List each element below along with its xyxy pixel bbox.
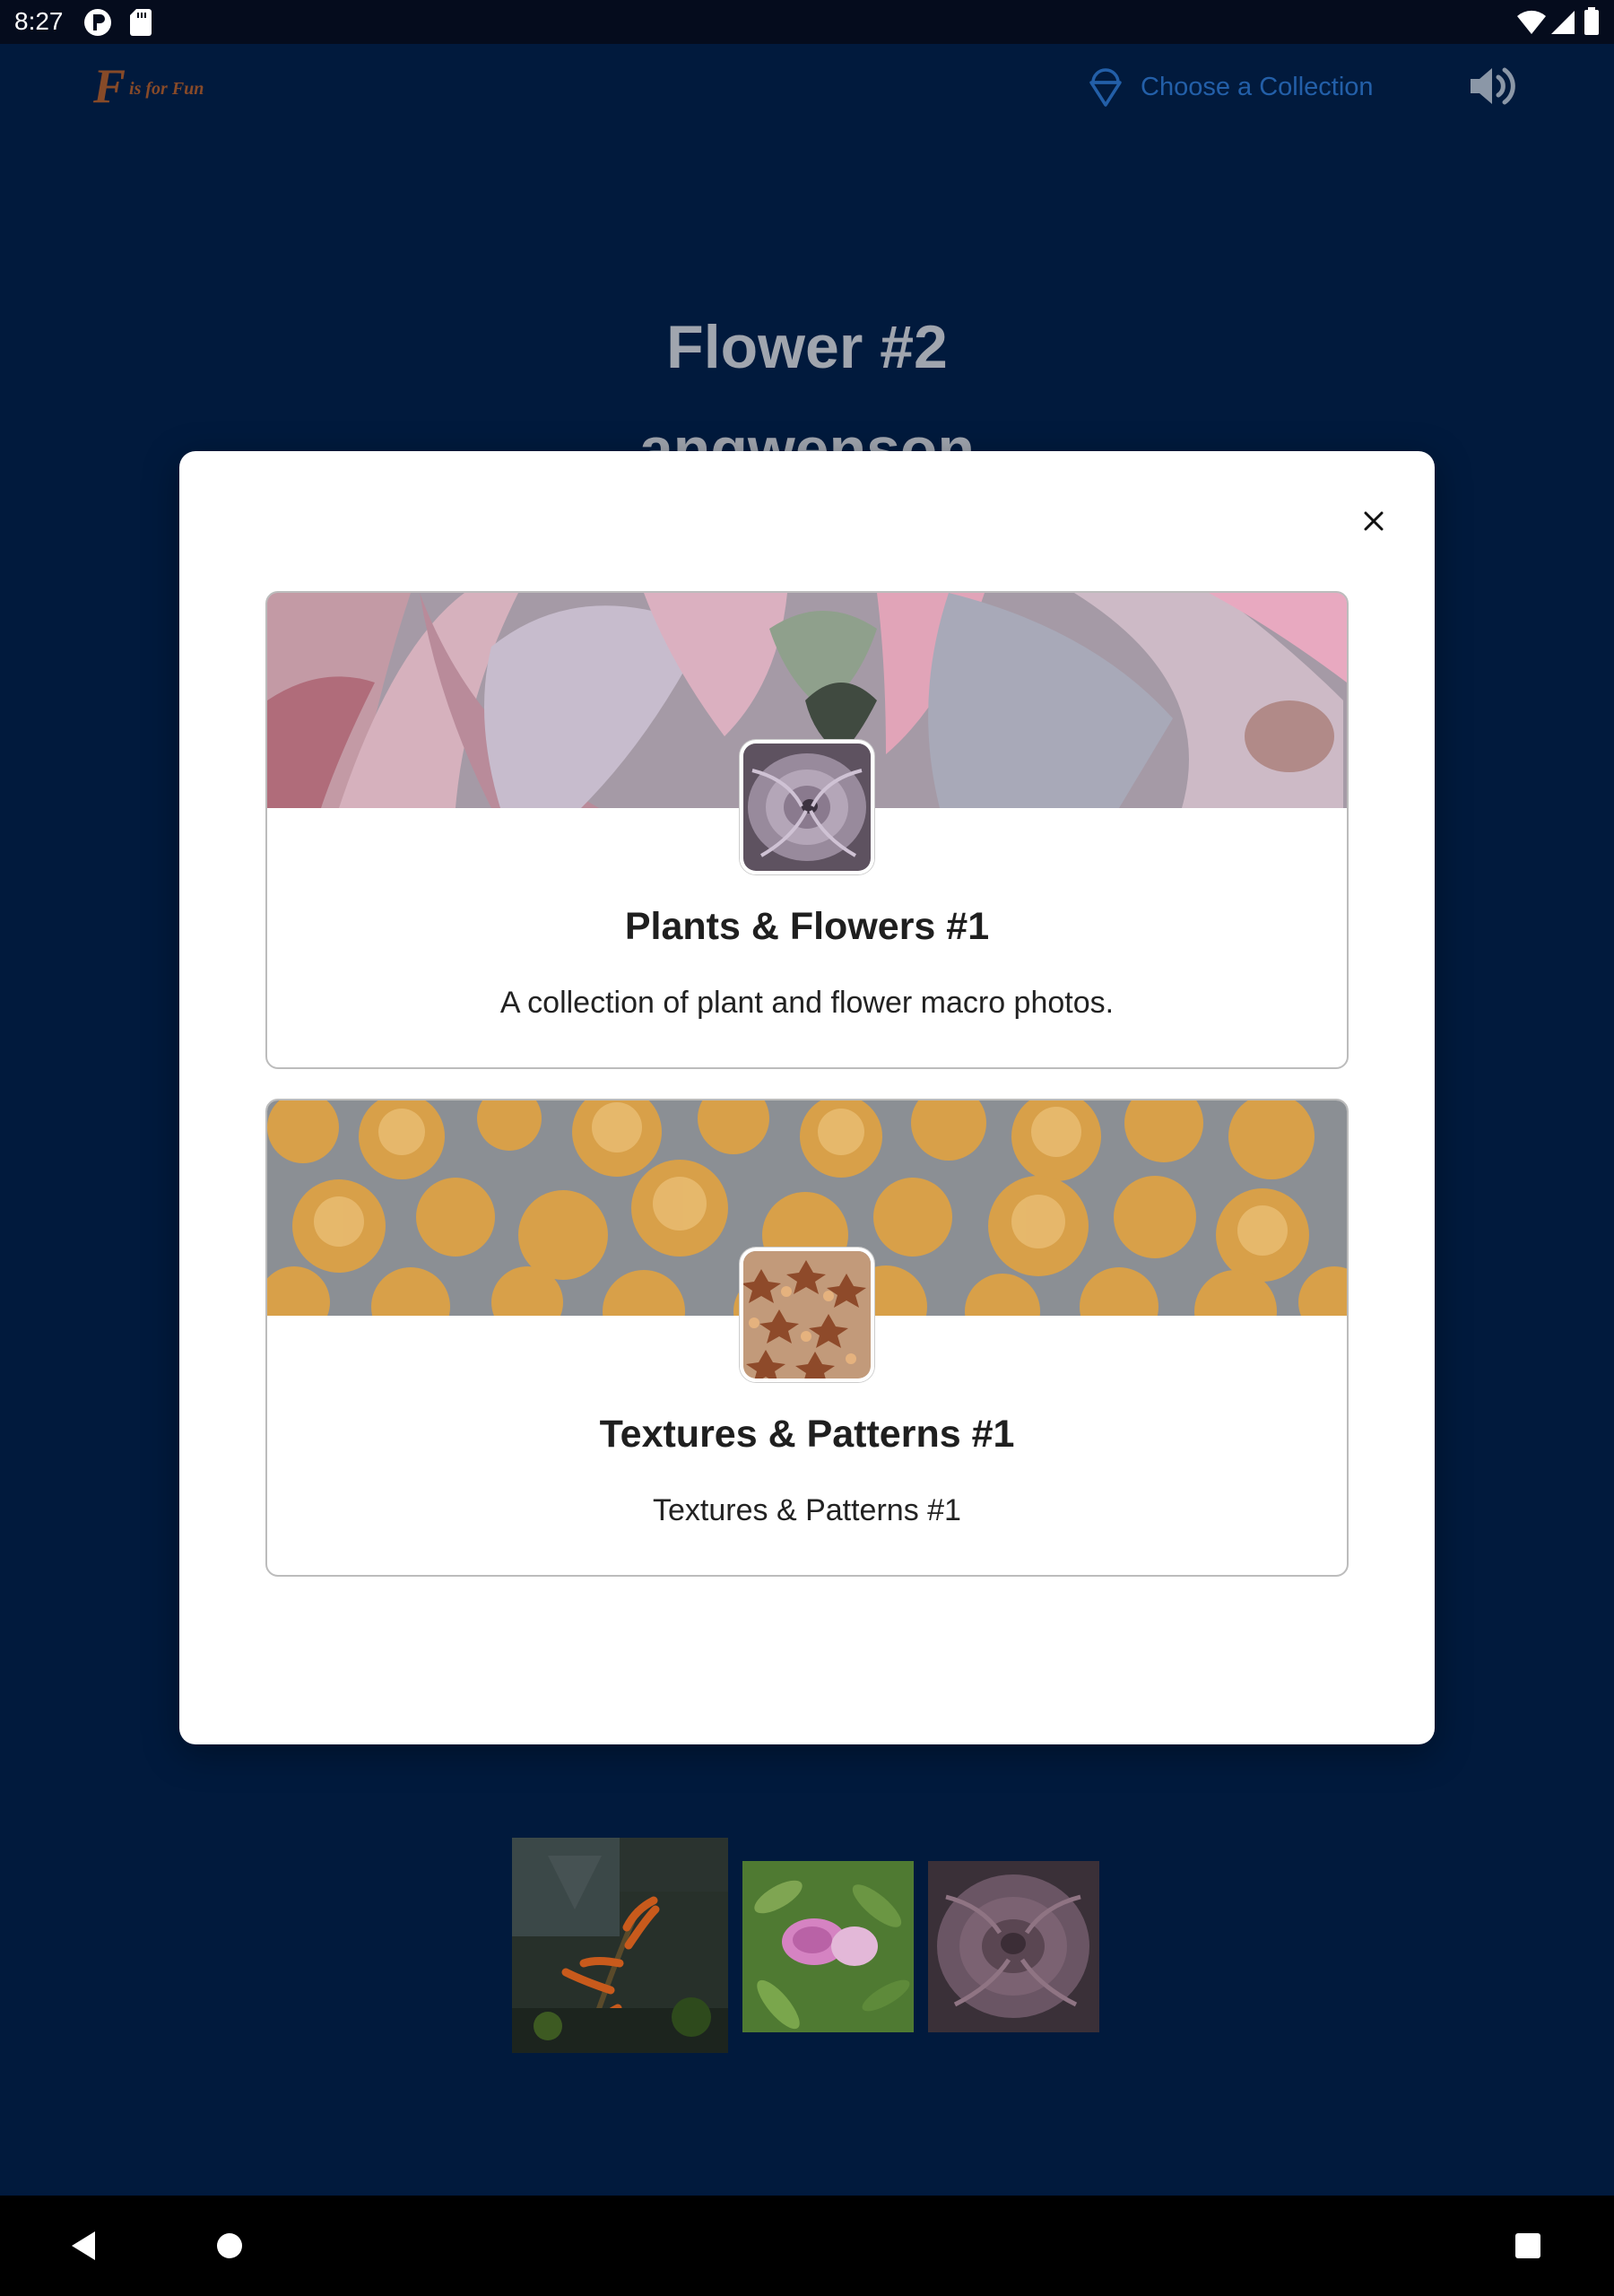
back-icon <box>72 2231 95 2260</box>
collection-avatar-image <box>743 744 871 871</box>
ice-cream-icon <box>1089 68 1122 107</box>
collection-chooser-dialog: Plants & Flowers #1 A collection of plan… <box>179 451 1435 1744</box>
recents-button[interactable] <box>1514 2231 1542 2265</box>
collection-avatar <box>740 1248 874 1382</box>
collection-description: A collection of plant and flower macro p… <box>499 986 1115 1020</box>
status-bar: 8:27 <box>0 0 1614 44</box>
page-title: Flower #2 <box>666 313 948 381</box>
volume-icon <box>1471 67 1515 105</box>
collection-card-textures-patterns[interactable]: Textures & Patterns #1 Textures & Patter… <box>265 1099 1349 1577</box>
collection-title: Textures & Patterns #1 <box>599 1413 1015 1456</box>
choose-collection-label: Choose a Collection <box>1141 72 1374 101</box>
collection-avatar-image <box>743 1251 871 1378</box>
app-logo[interactable]: F is for Fun <box>93 59 273 113</box>
battery-icon <box>1584 7 1599 35</box>
back-button[interactable] <box>66 2228 99 2268</box>
collection-title: Plants & Flowers #1 <box>624 905 990 948</box>
thumbnail-flower-1[interactable] <box>512 1838 728 2053</box>
close-icon <box>1364 511 1384 531</box>
thumbnail-flower-3[interactable] <box>928 1861 1099 2032</box>
sd-card-icon <box>130 9 152 36</box>
home-icon <box>217 2233 242 2258</box>
thumbnail-image <box>742 1861 914 2032</box>
thumbnail-image <box>512 1838 728 2053</box>
wifi-icon <box>1517 10 1546 34</box>
recents-icon <box>1515 2233 1540 2258</box>
logo-text: is for Fun <box>129 78 204 99</box>
thumbnail-image <box>928 1861 1099 2032</box>
home-button[interactable] <box>215 2231 244 2265</box>
thumbnail-flower-2[interactable] <box>742 1861 914 2032</box>
navigation-bar <box>0 2196 1614 2296</box>
cell-signal-icon <box>1551 11 1575 34</box>
page-subtitle: angwenson <box>638 415 976 452</box>
close-button[interactable] <box>1354 501 1393 541</box>
collection-description: Textures & Patterns #1 <box>653 1493 961 1527</box>
collection-avatar <box>740 740 874 874</box>
status-time: 8:27 <box>14 7 64 35</box>
logo-letter: F <box>93 59 126 113</box>
p-app-icon <box>84 9 111 36</box>
choose-collection-button[interactable]: Choose a Collection <box>1089 65 1374 109</box>
volume-button[interactable] <box>1467 61 1521 111</box>
collection-card-plants-flowers[interactable]: Plants & Flowers #1 A collection of plan… <box>265 591 1349 1069</box>
